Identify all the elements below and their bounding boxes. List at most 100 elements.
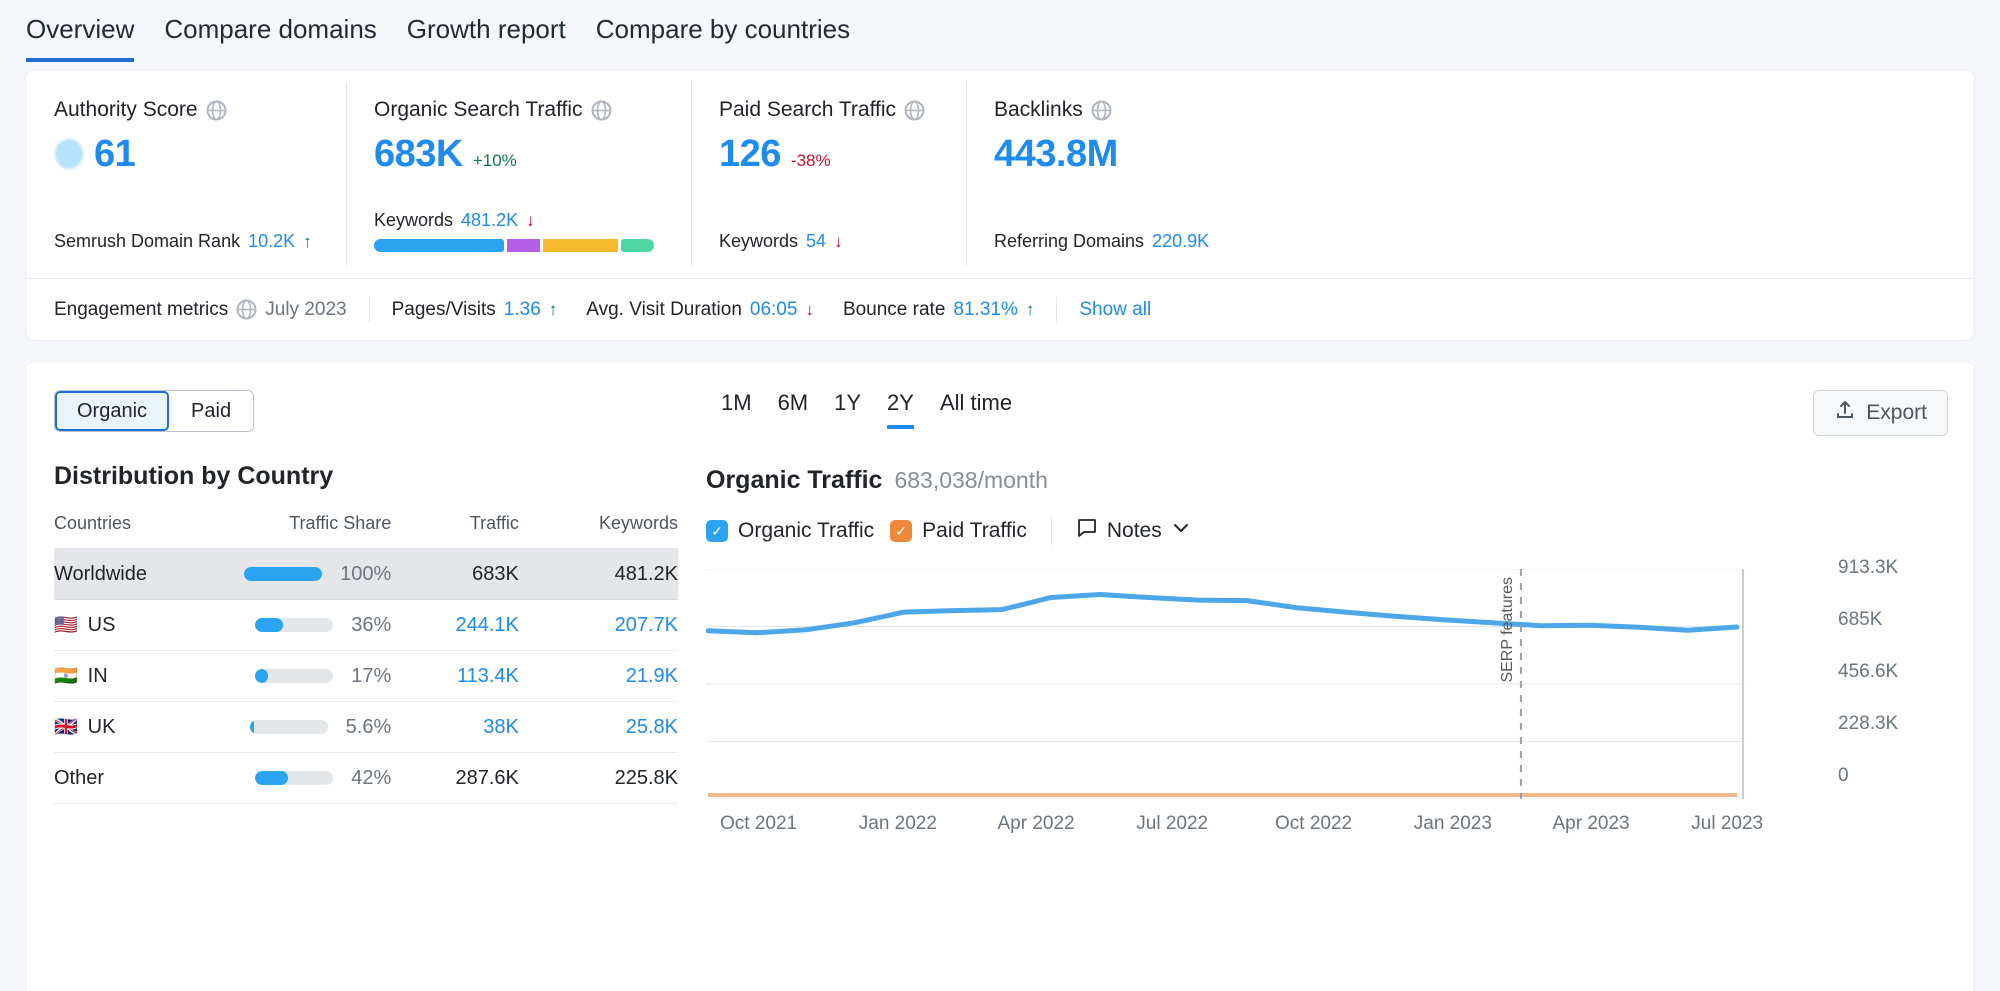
keyword-distribution-bar[interactable] (374, 239, 654, 252)
chart-controls: 1M 6M 1Y 2Y All time Export (706, 390, 1948, 436)
avg-visit-duration-value: 06:05 (750, 299, 798, 321)
traffic-cell[interactable]: 244.1K (391, 600, 519, 651)
country-cell: Worldwide (54, 549, 241, 600)
organic-paid-toggle: Organic Paid (54, 390, 254, 432)
paid-traffic-label: Paid Search Traffic (719, 98, 896, 122)
legend-organic-traffic-label: Organic Traffic (738, 519, 874, 543)
range-1m[interactable]: 1M (721, 390, 752, 429)
organic-traffic-title: Organic Search Traffic (374, 98, 691, 122)
traffic-cell[interactable]: 38K (391, 702, 519, 753)
x-axis-tick-label: Jul 2023 (1691, 813, 1830, 835)
chart-pane: 1M 6M 1Y 2Y All time Export Organic Traf… (706, 362, 1974, 991)
traffic-share-percent: 100% (340, 563, 391, 585)
country-cell: Other (54, 753, 241, 804)
range-2y[interactable]: 2Y (887, 390, 914, 429)
x-axis-tick-label: Apr 2023 (1553, 813, 1692, 835)
table-row[interactable]: Worldwide100%683K481.2K (54, 549, 678, 600)
divider (1051, 517, 1052, 545)
notes-label: Notes (1107, 519, 1162, 543)
x-axis-tick-label: Jan 2022 (859, 813, 998, 835)
organic-keywords-value[interactable]: 481.2K (461, 210, 518, 231)
globe-icon (1091, 100, 1112, 121)
show-all-link[interactable]: Show all (1079, 299, 1151, 321)
traffic-chart[interactable]: 913.3K685K456.6K228.3K0 SERP features (706, 569, 1948, 799)
range-1y[interactable]: 1Y (834, 390, 861, 429)
checkbox-organic-traffic[interactable]: ✓ (706, 520, 728, 542)
trend-down-icon: ↓ (834, 232, 843, 252)
traffic-share-bar (255, 771, 333, 785)
legend-organic-traffic[interactable]: ✓ Organic Traffic (706, 519, 874, 543)
keyword-segment-amber (543, 239, 619, 252)
globe-icon (904, 100, 925, 121)
traffic-share-bar-fill (250, 720, 254, 734)
table-row[interactable]: 🇮🇳IN 17%113.4K21.9K (54, 651, 678, 702)
range-all-time[interactable]: All time (940, 390, 1012, 429)
traffic-share-percent: 17% (351, 665, 391, 687)
traffic-chart-svg (706, 569, 1861, 799)
organic-keywords-row: Keywords 481.2K ↓ (374, 210, 691, 231)
y-axis-tick-label: 685K (1838, 609, 1948, 631)
tab-overview[interactable]: Overview (26, 14, 134, 62)
trend-down-icon: ↓ (805, 300, 814, 320)
spacer (828, 297, 829, 323)
y-axis-labels: 913.3K685K456.6K228.3K0 (1838, 557, 1948, 787)
x-axis-tick-label: Apr 2022 (998, 813, 1137, 835)
engagement-metrics-label: Engagement metrics (54, 299, 228, 321)
table-row[interactable]: 🇺🇸US36%244.1K207.7K (54, 600, 678, 651)
checkbox-paid-traffic[interactable]: ✓ (890, 520, 912, 542)
chart-legend: ✓ Organic Traffic ✓ Paid Traffic Notes (706, 517, 1948, 545)
traffic-share-percent: 42% (351, 767, 391, 789)
authority-score-value: 61 (94, 132, 135, 176)
paid-traffic-title: Paid Search Traffic (719, 98, 966, 122)
notes-dropdown[interactable]: Notes (1076, 517, 1191, 545)
traffic-share-bar-fill (244, 567, 322, 581)
toggle-organic[interactable]: Organic (55, 391, 169, 431)
trend-down-icon: ↓ (526, 211, 535, 231)
divider (1056, 297, 1057, 323)
keywords-cell[interactable]: 207.7K (519, 600, 678, 651)
organic-traffic-value: 683K (374, 132, 463, 176)
toggle-paid[interactable]: Paid (169, 391, 253, 431)
referring-domains-value[interactable]: 220.9K (1152, 231, 1209, 252)
country-name: IN (88, 665, 108, 687)
export-button[interactable]: Export (1813, 390, 1948, 436)
traffic-share-bar (255, 618, 333, 632)
traffic-share-bar-fill (255, 771, 288, 785)
metric-organic-search-traffic: Organic Search Traffic 683K +10% Keyword… (346, 70, 691, 278)
keywords-cell[interactable]: 21.9K (519, 651, 678, 702)
organic-keywords-label: Keywords (374, 210, 453, 231)
country-name: Other (54, 767, 104, 789)
table-row[interactable]: Other42%287.6K225.8K (54, 753, 678, 804)
country-cell: 🇮🇳IN (54, 651, 241, 702)
traffic-share-bar (244, 567, 322, 581)
paid-keywords-value[interactable]: 54 (806, 231, 826, 252)
chart-title: Organic Traffic (706, 466, 882, 495)
divider (369, 297, 370, 323)
table-row[interactable]: 🇬🇧UK 5.6%38K25.8K (54, 702, 678, 753)
trend-up-icon: ↑ (303, 232, 312, 252)
country-cell: 🇬🇧UK (54, 702, 241, 753)
tab-growth-report[interactable]: Growth report (407, 14, 566, 58)
traffic-cell: 683K (391, 549, 519, 600)
engagement-metrics-label-group: Engagement metrics July 2023 (54, 299, 347, 321)
traffic-cell[interactable]: 113.4K (391, 651, 519, 702)
keywords-cell: 225.8K (519, 753, 678, 804)
x-axis-labels: Oct 2021Jan 2022Apr 2022Jul 2022Oct 2022… (706, 813, 1948, 835)
range-6m[interactable]: 6M (778, 390, 809, 429)
semrush-domain-rank-value[interactable]: 10.2K (248, 231, 295, 252)
tab-compare-by-countries[interactable]: Compare by countries (596, 14, 850, 58)
traffic-share-bar (250, 720, 328, 734)
traffic-share-percent: 5.6% (346, 716, 392, 738)
tab-compare-domains[interactable]: Compare domains (164, 14, 376, 58)
traffic-panel: Organic Paid Distribution by Country Cou… (26, 362, 1974, 991)
backlinks-title: Backlinks (994, 98, 1386, 122)
organic-traffic-line (708, 595, 1737, 633)
keywords-cell[interactable]: 25.8K (519, 702, 678, 753)
column-traffic-share: Traffic Share (241, 513, 391, 549)
backlinks-value: 443.8M (994, 132, 1118, 176)
country-flag-icon: 🇬🇧 (54, 717, 78, 738)
organic-traffic-delta: +10% (473, 151, 517, 171)
semrush-domain-rank-row: Semrush Domain Rank 10.2K ↑ (54, 231, 346, 252)
legend-paid-traffic[interactable]: ✓ Paid Traffic (890, 519, 1027, 543)
bounce-rate-label: Bounce rate (843, 299, 945, 321)
